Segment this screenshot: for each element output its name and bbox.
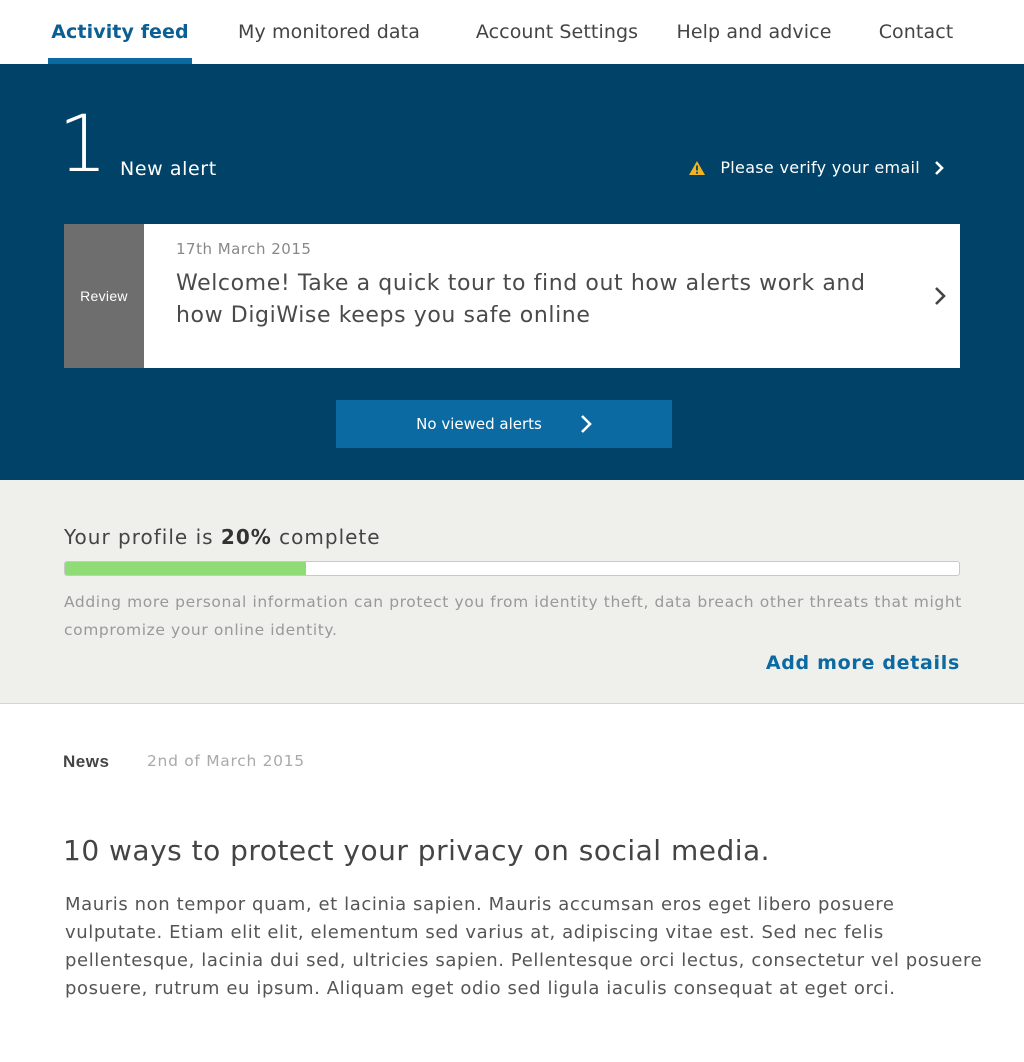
tab-contact[interactable]: Contact — [868, 0, 964, 64]
profile-description: Adding more personal information can pro… — [64, 593, 962, 639]
verify-email-text: Please verify your email — [720, 158, 920, 177]
chevron-right-icon — [934, 160, 944, 176]
profile-completion-text: Your profile is 20% complete — [64, 525, 381, 549]
tab-help-and-advice[interactable]: Help and advice — [668, 0, 840, 64]
news-tag: News — [63, 752, 110, 771]
profile-percent: 20% — [220, 525, 272, 549]
tab-account-settings[interactable]: Account Settings — [468, 0, 646, 64]
new-alert-label: New alert — [120, 158, 217, 180]
verify-email-link[interactable]: Please verify your email — [688, 158, 944, 177]
alert-card[interactable]: Review 17th March 2015 Welcome! Take a q… — [64, 224, 960, 368]
alerts-panel: 1 New alert Please verify your email Rev… — [0, 64, 1024, 480]
alert-date: 17th March 2015 — [176, 240, 312, 258]
news-date: 2nd of March 2015 — [147, 752, 305, 770]
viewed-alerts-label: No viewed alerts — [416, 415, 542, 433]
alert-title: Welcome! Take a quick tour to find out h… — [176, 271, 866, 328]
new-alert-count: 1 — [58, 100, 108, 190]
profile-suffix: complete — [279, 525, 381, 549]
news-title[interactable]: 10 ways to protect your privacy on socia… — [63, 834, 770, 867]
news-body: Mauris non tempor quam, et lacinia sapie… — [65, 894, 983, 999]
viewed-alerts-button[interactable]: No viewed alerts — [336, 400, 672, 448]
profile-completion-panel: Your profile is 20% complete Adding more… — [0, 480, 1024, 704]
tab-activity-feed[interactable]: Activity feed — [48, 0, 192, 64]
add-more-details-link[interactable]: Add more details — [766, 652, 960, 674]
top-navigation: Activity feed My monitored data Account … — [0, 0, 1024, 64]
review-tag: Review — [64, 224, 144, 368]
profile-progress-bar — [64, 561, 960, 576]
chevron-right-icon — [580, 414, 592, 434]
warning-icon — [688, 160, 706, 176]
profile-progress-fill — [65, 562, 307, 575]
chevron-right-icon — [934, 286, 946, 306]
tab-my-monitored-data[interactable]: My monitored data — [228, 0, 430, 64]
alert-card-body: 17th March 2015 Welcome! Take a quick to… — [144, 224, 960, 368]
profile-prefix: Your profile is — [64, 525, 214, 549]
